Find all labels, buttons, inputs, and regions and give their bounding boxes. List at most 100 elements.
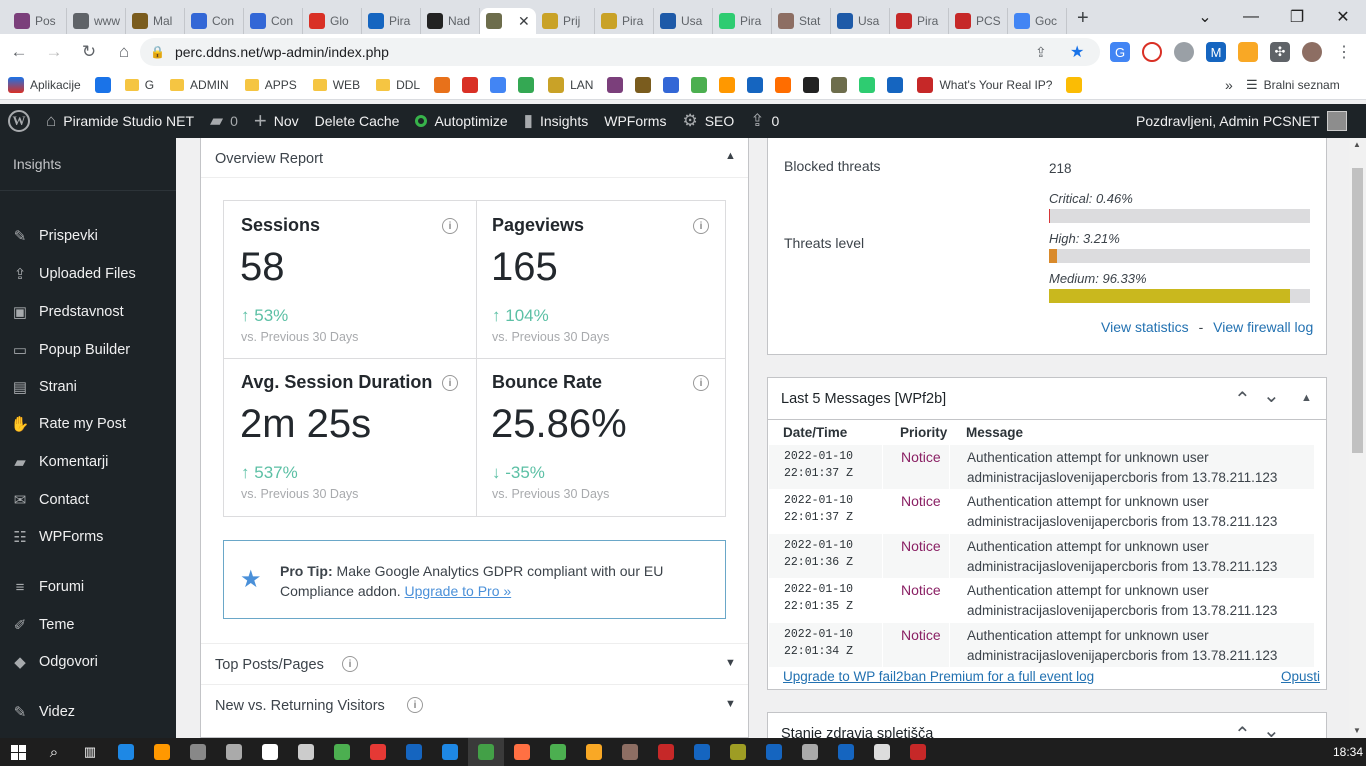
taskbar-app-button[interactable] <box>828 738 864 766</box>
sidebar-item-wpforms[interactable]: ☷ WPForms <box>0 519 176 555</box>
address-bar[interactable]: 🔒 perc.ddns.net/wp-admin/index.php ⇪ ★ <box>140 38 1100 66</box>
taskbar-app-button[interactable] <box>252 738 288 766</box>
bookmark-item[interactable] <box>713 71 741 99</box>
info-icon[interactable]: i <box>693 375 709 391</box>
seo-link[interactable]: ⚙ SEO <box>674 104 742 138</box>
info-icon[interactable]: i <box>342 656 358 672</box>
extensions-puzzle-icon[interactable]: ✣ <box>1270 42 1290 62</box>
delete-cache-link[interactable]: Delete Cache <box>307 104 408 138</box>
sidebar-item-contact[interactable]: ✉ Contact <box>0 482 176 518</box>
browser-tab[interactable]: PCS <box>949 8 1008 34</box>
taskbar-app-button[interactable] <box>792 738 828 766</box>
globe-extension-icon[interactable] <box>1174 42 1194 62</box>
browser-tab[interactable]: Pira <box>713 8 772 34</box>
browser-tab[interactable]: Pos <box>8 8 67 34</box>
browser-tab[interactable]: Con <box>185 8 244 34</box>
taskbar-app-button[interactable] <box>396 738 432 766</box>
expand-down-icon[interactable]: ▼ <box>725 657 736 669</box>
task-view-icon[interactable]: ▥ <box>72 738 108 766</box>
comments-link[interactable]: ▰ 0 <box>202 104 246 138</box>
sidebar-item-uploaded-files[interactable]: ⇪ Uploaded Files <box>0 256 176 292</box>
translate-extension-icon[interactable]: G <box>1110 42 1130 62</box>
taskbar-app-button[interactable] <box>684 738 720 766</box>
info-icon[interactable]: i <box>407 697 423 713</box>
my-account-link[interactable]: Pozdravljeni, Admin PCSNET <box>1128 104 1355 138</box>
bookmark-item[interactable] <box>853 71 881 99</box>
bookmark-item[interactable]: WEB <box>305 71 368 99</box>
overview-report-header[interactable]: Overview Report ▲ <box>201 138 748 178</box>
bookmark-item[interactable] <box>825 71 853 99</box>
info-icon[interactable]: i <box>442 218 458 234</box>
sidebar-item-komentarji[interactable]: ▰ Komentarji <box>0 444 176 480</box>
bookmark-item[interactable] <box>601 71 629 99</box>
block-extension-icon[interactable] <box>1142 42 1162 62</box>
browser-tab[interactable]: www <box>67 8 126 34</box>
insights-link[interactable]: ▮ Insights <box>516 104 597 138</box>
new-returning-header[interactable]: New vs. Returning Visitors i ▼ <box>201 684 748 724</box>
bookmark-item[interactable] <box>881 71 909 99</box>
browser-tab[interactable]: Con <box>244 8 303 34</box>
m-extension-icon[interactable]: M <box>1206 42 1226 62</box>
wp-logo-button[interactable]: W <box>0 104 38 138</box>
taskbar-app-button[interactable] <box>504 738 540 766</box>
top-posts-header[interactable]: Top Posts/Pages i ▼ <box>201 643 748 683</box>
taskbar-app-button[interactable] <box>432 738 468 766</box>
sidebar-item-strani[interactable]: ▤ Strani <box>0 369 176 405</box>
taskbar-app-button[interactable] <box>144 738 180 766</box>
wpforms-link[interactable]: WPForms <box>596 104 674 138</box>
bookmark-item[interactable]: ADMIN <box>162 71 237 99</box>
bookmark-item[interactable] <box>1060 71 1088 99</box>
new-tab-button[interactable]: + <box>1077 7 1089 30</box>
bookmark-item[interactable] <box>657 71 685 99</box>
forward-icon[interactable]: → <box>38 36 70 68</box>
back-icon[interactable]: ← <box>3 36 35 68</box>
sidebar-item-forumi[interactable]: ≡ Forumi <box>0 569 176 605</box>
tab-search-icon[interactable]: ⌄ <box>1182 0 1228 34</box>
taskbar-app-button[interactable] <box>180 738 216 766</box>
profile-avatar[interactable] <box>1302 42 1322 62</box>
scroll-down-icon[interactable]: ▼ <box>1353 726 1361 735</box>
taskbar-app-button[interactable] <box>108 738 144 766</box>
updates-link[interactable]: ⇪ 0 <box>742 104 787 138</box>
maximize-icon[interactable]: ❐ <box>1274 0 1320 34</box>
sidebar-item-odgovori[interactable]: ◆ Odgovori <box>0 644 176 680</box>
browser-tab[interactable]: Nad <box>421 8 480 34</box>
close-window-icon[interactable]: ✕ <box>1320 0 1366 34</box>
browser-tab[interactable]: Pira <box>362 8 421 34</box>
bookmark-item[interactable] <box>685 71 713 99</box>
sidebar-item-predstavnost[interactable]: ▣ Predstavnost <box>0 294 176 330</box>
info-icon[interactable]: i <box>442 375 458 391</box>
view-statistics-link[interactable]: View statistics <box>1101 319 1189 335</box>
taskbar-app-button[interactable] <box>720 738 756 766</box>
browser-tab[interactable]: ✕ <box>480 8 536 34</box>
sidebar-item-teme[interactable]: ✐ Teme <box>0 607 176 643</box>
home-icon[interactable]: ⌂ <box>108 36 140 68</box>
move-down-icon[interactable]: ⌄ <box>1263 383 1280 408</box>
taskbar-app-button[interactable] <box>576 738 612 766</box>
taskbar-app-button[interactable] <box>468 738 504 766</box>
browser-tab[interactable]: Mal <box>126 8 185 34</box>
taskbar-app-button[interactable] <box>288 738 324 766</box>
bookmark-item[interactable] <box>512 71 540 99</box>
taskbar-app-button[interactable] <box>612 738 648 766</box>
collapse-up-icon[interactable]: ▲ <box>1301 392 1312 404</box>
search-icon[interactable]: ⌕ <box>36 738 72 766</box>
collapse-up-icon[interactable]: ▲ <box>725 150 736 162</box>
sidebar-item-prispevki[interactable]: ✎ Prispevki <box>0 218 176 254</box>
scroll-up-icon[interactable]: ▲ <box>1353 140 1361 149</box>
taskbar-app-button[interactable] <box>756 738 792 766</box>
browser-tab[interactable]: Pira <box>595 8 654 34</box>
info-icon[interactable]: i <box>693 218 709 234</box>
sidebar-item-videz[interactable]: ✎ Videz <box>0 694 176 730</box>
reading-list-button[interactable]: ☰ Bralni seznam <box>1246 77 1340 93</box>
bookmark-item[interactable]: Aplikacije <box>0 71 89 99</box>
browser-tab[interactable]: Usa <box>654 8 713 34</box>
browser-tab[interactable]: Goc <box>1008 8 1067 34</box>
bookmark-item[interactable] <box>629 71 657 99</box>
minimize-icon[interactable]: — <box>1228 0 1274 34</box>
browser-tab[interactable]: Usa <box>831 8 890 34</box>
bookmark-item[interactable] <box>769 71 797 99</box>
upgrade-to-pro-link[interactable]: Upgrade to Pro » <box>405 583 512 599</box>
taskbar-app-button[interactable] <box>864 738 900 766</box>
taskbar-app-button[interactable] <box>900 738 936 766</box>
